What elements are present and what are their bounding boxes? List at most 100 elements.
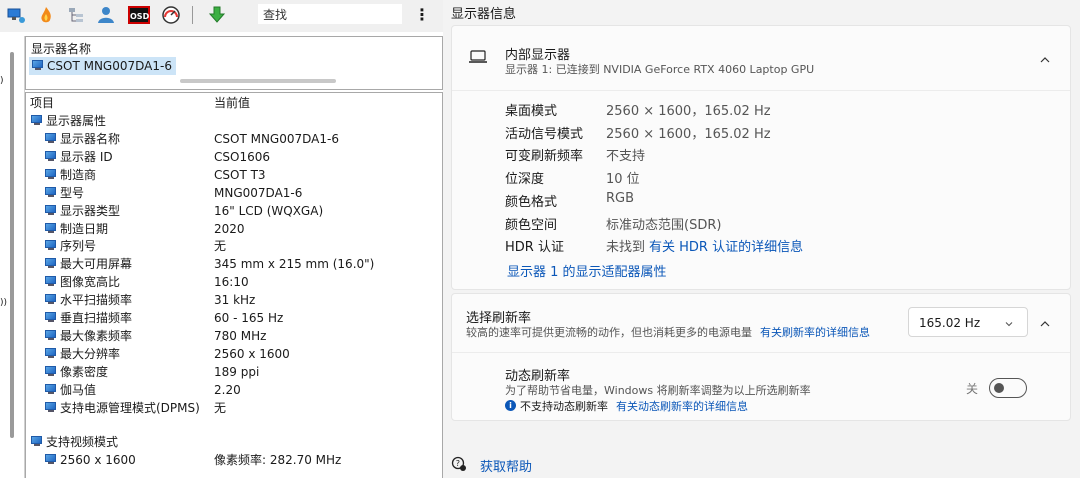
table-row[interactable]: 伽马值 2.20 <box>26 381 442 399</box>
osd-icon[interactable]: OSD <box>128 5 150 25</box>
table-row[interactable]: 最大像素频率 780 MHz <box>26 327 442 345</box>
monitor-icon <box>44 204 57 216</box>
help-icon[interactable]: ? <box>451 456 467 475</box>
hdr-info-link[interactable]: 有关 HDR 认证的详细信息 <box>649 236 803 255</box>
group-row[interactable]: 支持视频模式 <box>26 433 442 451</box>
monitor-icon <box>44 401 57 413</box>
monitor-network-icon[interactable] <box>6 5 26 25</box>
display-prop-key: 可变刷新频率 <box>505 149 584 165</box>
left-pane: OSD ⋮ ) )) 显示器名称 CSOT MNG007DA1-6 项目 当前值… <box>0 0 443 478</box>
mode-value: 像素频率: 282.70 MHz <box>214 453 342 467</box>
refresh-card: 选择刷新率 较高的速率可提供更流畅的动作，但也消耗更多的电源电量 有关刷新率的详… <box>451 293 1071 421</box>
group-row[interactable]: 显示器属性 <box>26 112 442 130</box>
table-row[interactable]: 显示器类型 16" LCD (WQXGA) <box>26 202 442 220</box>
refresh-desc: 较高的速率可提供更流畅的动作，但也消耗更多的电源电量 <box>466 326 752 339</box>
property-label: 型号 <box>60 185 85 200</box>
dynamic-warning: 不支持动态刷新率 <box>520 400 608 413</box>
table-row[interactable]: 序列号 无 <box>26 237 442 255</box>
table-row[interactable]: 制造日期 2020 <box>26 220 442 238</box>
monitor-name-item[interactable]: CSOT MNG007DA1-6 <box>29 57 176 75</box>
flame-icon[interactable] <box>36 5 56 25</box>
info-icon: i <box>505 400 516 411</box>
display-prop-value: RGB <box>606 190 635 206</box>
refresh-info-link[interactable]: 有关刷新率的详细信息 <box>760 324 870 340</box>
property-label: 制造商 <box>60 167 97 182</box>
property-label: 支持电源管理模式(DPMS) <box>60 400 200 415</box>
table-row[interactable]: 像素密度 189 ppi <box>26 363 442 381</box>
chevron-up-icon[interactable] <box>1040 318 1050 328</box>
gauge-icon[interactable] <box>161 5 181 25</box>
property-label: 最大可用屏幕 <box>60 257 133 272</box>
monitor-icon <box>44 186 57 198</box>
divider <box>452 352 1070 353</box>
table-row[interactable]: 支持电源管理模式(DPMS) 无 <box>26 399 442 417</box>
display-prop-key: 活动信号模式 <box>505 126 584 142</box>
monitor-icon <box>44 365 57 377</box>
monitor-icon <box>44 168 57 180</box>
property-label: 显示器 ID <box>60 149 113 164</box>
monitor-icon <box>30 115 43 126</box>
group-label: 支持视频模式 <box>46 435 119 449</box>
table-row[interactable]: 水平扫描频率 31 kHz <box>26 291 442 309</box>
group-label: 显示器属性 <box>46 114 107 128</box>
display-prop-value: 不支持 <box>606 149 646 165</box>
monitor-icon <box>44 150 57 162</box>
property-label: 像素密度 <box>60 364 109 379</box>
property-value: 16:10 <box>214 275 249 290</box>
settings-pane: 显示器信息 内部显示器 显示器 1: 已连接到 NVIDIA GeForce R… <box>443 0 1080 478</box>
display-prop-key: 颜色格式 <box>505 194 558 210</box>
dynamic-info-link[interactable]: 有关动态刷新率的详细信息 <box>616 398 748 414</box>
table-row[interactable]: 最大分辨率 2560 x 1600 <box>26 345 442 363</box>
refresh-rate-dropdown[interactable]: 165.02 Hz <box>908 307 1028 337</box>
tree-scrollbar[interactable] <box>10 52 14 438</box>
property-value: 780 MHz <box>214 328 267 343</box>
monitor-icon <box>44 133 57 144</box>
display-prop-key: 颜色空间 <box>505 217 558 233</box>
property-label: 图像宽高比 <box>60 275 121 290</box>
hdr-key: HDR 认证 <box>505 240 564 255</box>
monitor-icon <box>44 294 57 305</box>
mode-label: 2560 x 1600 <box>60 453 136 467</box>
display-card: 内部显示器 显示器 1: 已连接到 NVIDIA GeForce RTX 406… <box>451 25 1071 290</box>
table-row[interactable]: 图像宽高比 16:10 <box>26 273 442 291</box>
adapter-properties-link[interactable]: 显示器 1 的显示适配器属性 <box>507 261 667 280</box>
dynamic-refresh-desc: 为了帮助节省电量，Windows 将刷新率调整为以上所选刷新率 <box>505 384 811 397</box>
more-menu-icon[interactable]: ⋮ <box>414 5 430 24</box>
col-item-header[interactable]: 项目 <box>30 94 54 112</box>
col-value-header[interactable]: 当前值 <box>214 94 250 112</box>
monitor-icon <box>44 276 57 287</box>
horizontal-scrollbar[interactable] <box>180 79 336 83</box>
strip-mark: )) <box>0 298 8 308</box>
display-card-header[interactable]: 内部显示器 显示器 1: 已连接到 NVIDIA GeForce RTX 406… <box>452 26 1070 90</box>
page-title: 显示器信息 <box>451 7 517 22</box>
tree-strip[interactable]: ) )) <box>0 36 25 478</box>
property-value: CSO1606 <box>214 149 270 164</box>
property-value: 189 ppi <box>214 364 260 379</box>
chevron-up-icon[interactable] <box>1040 54 1050 64</box>
toolbar-separator <box>192 6 193 24</box>
table-row[interactable]: 最大可用屏幕 345 mm x 215 mm (16.0") <box>26 255 442 273</box>
search-input[interactable] <box>258 4 402 24</box>
dynamic-refresh-toggle[interactable] <box>989 378 1027 398</box>
property-value: 16" LCD (WQXGA) <box>214 203 324 218</box>
toggle-knob <box>994 383 1004 393</box>
property-label: 序列号 <box>60 239 97 254</box>
toggle-state-label: 关 <box>966 382 979 396</box>
property-label: 最大像素频率 <box>60 328 133 343</box>
monitor-icon <box>30 436 43 447</box>
table-row[interactable]: 显示器 ID CSO1606 <box>26 148 442 166</box>
display-prop-key: 位深度 <box>505 172 545 188</box>
person-icon[interactable] <box>96 5 116 25</box>
display-prop-value: 2560 × 1600，165.02 Hz <box>606 126 771 142</box>
table-row[interactable]: 制造商 CSOT T3 <box>26 166 442 184</box>
hdr-value: 未找到 <box>606 240 646 255</box>
display-prop-value: 标准动态范围(SDR) <box>606 217 722 233</box>
download-arrow-icon[interactable] <box>207 5 227 25</box>
table-row[interactable]: 垂直扫描频率 60 - 165 Hz <box>26 309 442 327</box>
table-row[interactable]: 型号 MNG007DA1-6 <box>26 184 442 202</box>
table-row[interactable]: 显示器名称 CSOT MNG007DA1-6 <box>26 130 442 148</box>
tree-icon[interactable] <box>66 5 86 25</box>
property-value: CSOT MNG007DA1-6 <box>214 132 339 146</box>
table-row[interactable]: 2560 x 1600 像素频率: 282.70 MHz <box>26 451 442 469</box>
get-help-link[interactable]: 获取帮助 <box>480 456 532 475</box>
